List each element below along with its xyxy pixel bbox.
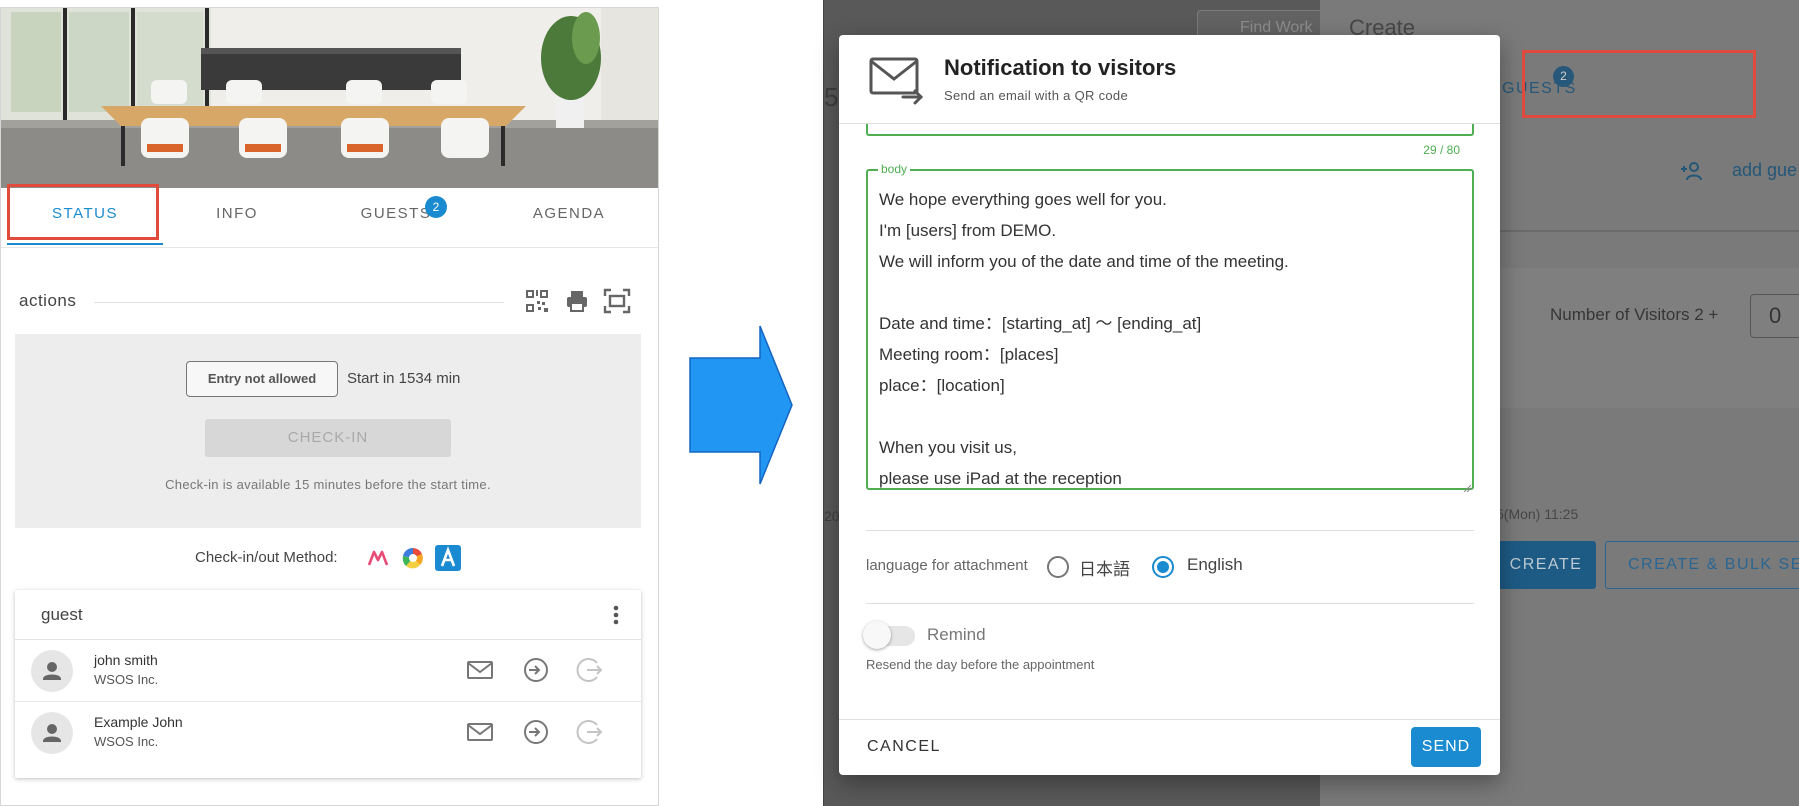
- guests-count-badge: 2: [425, 196, 447, 218]
- mail-forward-icon: [869, 57, 925, 105]
- tab-agenda[interactable]: AGENDA: [489, 188, 649, 248]
- avatar-icon: [31, 650, 73, 692]
- m-logo-icon: [365, 545, 391, 571]
- modal-title: Notification to visitors: [944, 55, 1177, 80]
- guest-company: WSOS Inc.: [94, 734, 159, 749]
- printer-icon[interactable]: [564, 288, 590, 314]
- background-visitors-input: 0: [1750, 294, 1799, 338]
- check-in-button[interactable]: CHECK-IN: [205, 419, 451, 457]
- add-person-icon: [1679, 158, 1705, 184]
- radio-japanese-label[interactable]: 日本語: [1079, 555, 1130, 580]
- modal-subtitle: Send an email with a QR code: [944, 88, 1128, 103]
- scan-frame-icon[interactable]: [603, 288, 631, 314]
- tab-info[interactable]: INFO: [163, 188, 311, 248]
- entry-status-badge: Entry not allowed: [186, 361, 338, 397]
- radio-japanese[interactable]: [1047, 556, 1069, 578]
- left-panel-screenshot: STATUS INFO GUESTS 2 AGENDA actions Entr…: [0, 7, 659, 806]
- guest-company: WSOS Inc.: [94, 672, 159, 687]
- check-in-icon[interactable]: [521, 655, 551, 685]
- highlight-box-guests-tab: [1522, 50, 1756, 118]
- mail-icon[interactable]: [465, 717, 495, 747]
- meeting-room-photo: [1, 8, 658, 188]
- actions-row: actions: [19, 283, 641, 323]
- guest-name: john smith: [94, 652, 158, 668]
- status-panel: Entry not allowed Start in 1534 min CHEC…: [15, 334, 641, 528]
- check-in-icon[interactable]: [521, 717, 551, 747]
- body-text[interactable]: We hope everything goes well for you. I'…: [879, 184, 1459, 494]
- color-wheel-icon: [400, 545, 426, 571]
- a-logo-icon: [435, 545, 461, 571]
- notification-modal: Notification to visitors Send an email w…: [839, 35, 1500, 775]
- remind-label: Remind: [927, 625, 986, 644]
- guest-row: john smith WSOS Inc.: [15, 640, 641, 702]
- guest-card-header: guest: [15, 590, 641, 640]
- body-field-label: body: [878, 162, 911, 176]
- guest-row: Example John WSOS Inc.: [15, 702, 641, 764]
- check-in-note: Check-in is available 15 minutes before …: [165, 477, 491, 492]
- remind-toggle[interactable]: [863, 620, 915, 650]
- background-add-guest-link: add gue: [1732, 160, 1798, 180]
- guest-card: guest john smith WSOS Inc. Example John …: [15, 590, 641, 778]
- guest-section-title: guest: [41, 605, 83, 624]
- modal-header: Notification to visitors Send an email w…: [839, 35, 1500, 124]
- highlight-box-status-tab: [7, 184, 159, 240]
- background-visitors-label: Number of Visitors 2 +: [1550, 305, 1719, 324]
- background-create-button: CREATE: [1496, 541, 1596, 589]
- send-button[interactable]: SEND: [1411, 727, 1481, 767]
- mail-icon[interactable]: [465, 655, 495, 685]
- cancel-button[interactable]: CANCEL: [867, 738, 941, 756]
- right-arrow-icon: [688, 324, 794, 486]
- check-in-method-label: Check-in/out Method:: [195, 549, 338, 566]
- guest-name: Example John: [94, 714, 183, 730]
- subject-field[interactable]: [866, 124, 1474, 136]
- qr-code-icon[interactable]: [524, 288, 550, 314]
- footer-divider: [839, 719, 1500, 720]
- language-label: language for attachment: [866, 557, 1028, 574]
- body-textarea[interactable]: body We hope everything goes well for yo…: [866, 162, 1474, 493]
- radio-english-label[interactable]: English: [1187, 555, 1243, 575]
- background-datetime: 5(Mon) 11:25: [1496, 506, 1579, 522]
- active-tab-indicator: [7, 243, 163, 245]
- actions-label: actions: [19, 291, 77, 310]
- check-out-icon[interactable]: [575, 655, 605, 685]
- remind-note: Resend the day before the appointment: [866, 657, 1095, 672]
- more-vert-icon[interactable]: [611, 604, 621, 626]
- resize-handle-icon[interactable]: [1463, 479, 1472, 493]
- check-out-icon[interactable]: [575, 717, 605, 747]
- background-bulk-button: CREATE & BULK SEN: [1605, 541, 1799, 589]
- tab-guests[interactable]: GUESTS: [321, 188, 471, 248]
- background-number-2: 20: [824, 508, 840, 524]
- subject-char-count: 29 / 80: [1423, 143, 1460, 157]
- radio-english[interactable]: [1152, 556, 1174, 578]
- background-number: 5: [824, 82, 839, 112]
- start-countdown: Start in 1534 min: [347, 370, 461, 387]
- divider: [866, 530, 1474, 531]
- divider: [866, 603, 1474, 604]
- actions-divider: [94, 302, 504, 303]
- toggle-knob: [863, 621, 891, 649]
- avatar-icon: [31, 712, 73, 754]
